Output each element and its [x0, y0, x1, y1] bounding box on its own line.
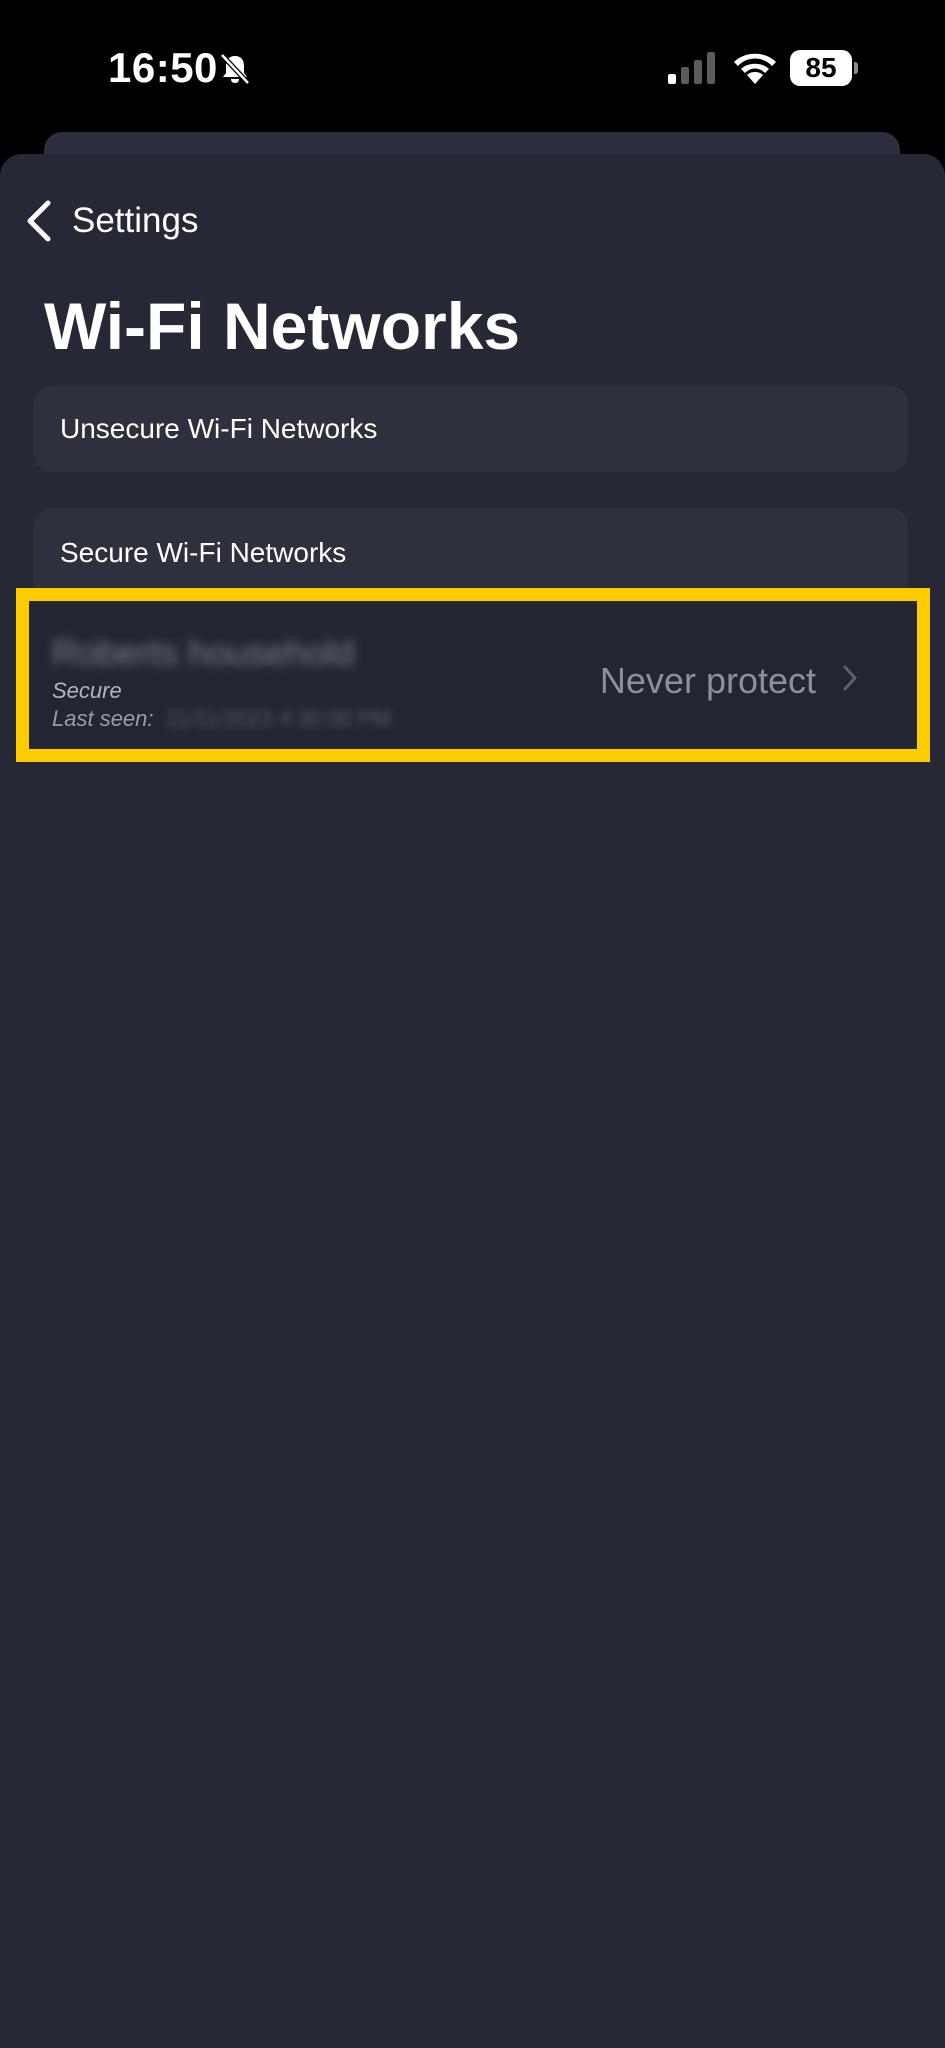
back-label: Settings: [72, 201, 199, 240]
battery-tip: [854, 62, 858, 74]
highlight-frame: [16, 588, 930, 762]
unsecure-networks-label: Unsecure Wi-Fi Networks: [60, 413, 378, 444]
secure-networks-row[interactable]: Secure Wi-Fi Networks: [34, 508, 908, 598]
battery-indicator: 85: [790, 50, 858, 86]
settings-sheet: Settings Wi-Fi Networks Unsecure Wi-Fi N…: [0, 154, 945, 2048]
cellular-signal-icon: [668, 52, 715, 84]
wifi-icon: [734, 53, 776, 84]
back-button[interactable]: Settings: [24, 190, 198, 252]
status-bar: 16:50 85: [0, 0, 945, 140]
screen: 16:50 85 Settings Wi-Fi Networks Unsecur…: [0, 0, 945, 2048]
unsecure-networks-row[interactable]: Unsecure Wi-Fi Networks: [34, 386, 908, 472]
bell-slash-icon: [220, 53, 250, 85]
chevron-left-icon: [27, 200, 51, 242]
battery-level: 85: [790, 50, 852, 86]
status-time: 16:50: [108, 44, 218, 91]
secure-networks-label: Secure Wi-Fi Networks: [60, 537, 347, 568]
page-title: Wi-Fi Networks: [44, 289, 521, 363]
